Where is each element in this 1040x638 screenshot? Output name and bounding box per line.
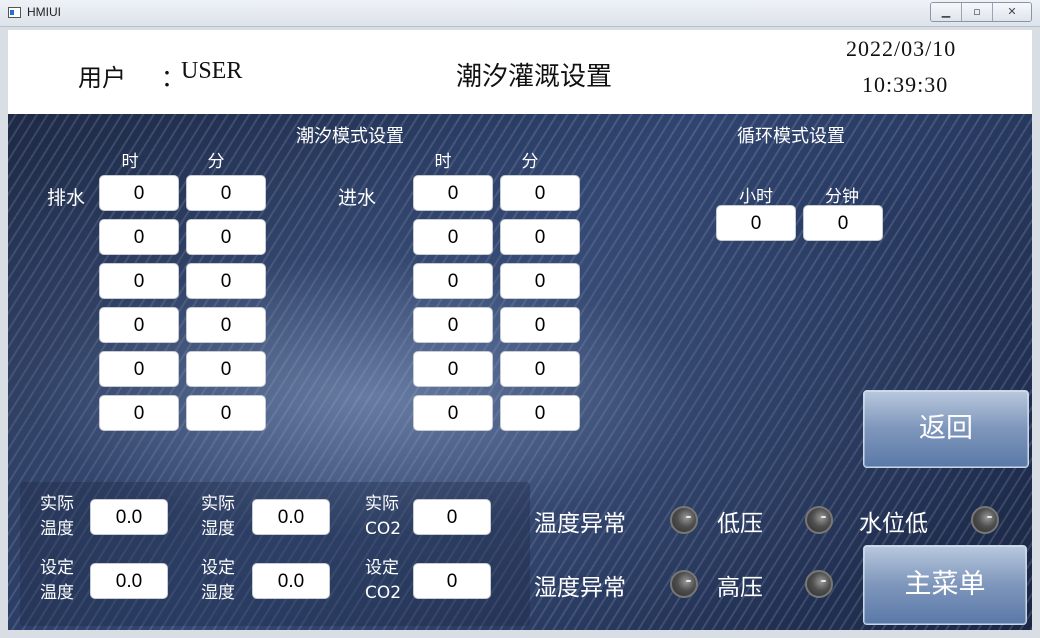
low-water-label: 水位低 <box>859 511 928 537</box>
low-water-indicator-icon <box>971 506 999 534</box>
drain-minute-input-3[interactable]: 0 <box>186 263 266 299</box>
close-icon[interactable]: ✕ <box>993 3 1031 21</box>
minimize-icon[interactable]: ▁ <box>931 3 962 21</box>
header-bar: 用户 ： USER 潮汐灌溉设置 2022/03/10 10:39:30 <box>8 30 1032 114</box>
back-button[interactable]: 返回 <box>863 390 1029 468</box>
inlet-label: 进水 <box>338 187 377 209</box>
cycle-minute-input[interactable]: 0 <box>803 205 883 241</box>
inlet-hour-header: 时 <box>434 152 452 172</box>
temp-abnormal-label: 温度异常 <box>534 511 626 537</box>
set-humidity-label: 设定 湿度 <box>201 558 235 603</box>
app-icon <box>8 7 21 18</box>
drain-minute-header: 分 <box>207 152 225 172</box>
drain-hour-header: 时 <box>121 152 139 172</box>
drain-label: 排水 <box>47 187 86 209</box>
cycle-hour-label: 小时 <box>739 187 773 207</box>
drain-minute-input-5[interactable]: 0 <box>186 351 266 387</box>
cycle-mode-title: 循环模式设置 <box>737 126 845 147</box>
humidity-abnormal-label: 湿度异常 <box>534 575 626 601</box>
drain-hour-input-4[interactable]: 0 <box>99 307 179 343</box>
page-title: 潮汐灌溉设置 <box>456 62 613 92</box>
inlet-minute-input-6[interactable]: 0 <box>500 395 580 431</box>
set-co2-input[interactable]: 0 <box>413 563 491 599</box>
set-temp-input[interactable]: 0.0 <box>90 563 168 599</box>
inlet-minute-input-1[interactable]: 0 <box>500 175 580 211</box>
drain-hour-input-2[interactable]: 0 <box>99 219 179 255</box>
drain-minute-input-6[interactable]: 0 <box>186 395 266 431</box>
window-controls: ▁ ▫ ✕ <box>930 2 1032 22</box>
drain-hour-input-5[interactable]: 0 <box>99 351 179 387</box>
low-pressure-label: 低压 <box>717 511 763 537</box>
actual-temp-value: 0.0 <box>90 499 168 535</box>
humidity-abnormal-indicator-icon <box>670 570 698 598</box>
high-pressure-label: 高压 <box>717 575 763 601</box>
main-menu-button[interactable]: 主菜单 <box>863 545 1027 625</box>
set-temp-label: 设定 温度 <box>40 558 74 603</box>
inlet-minute-input-4[interactable]: 0 <box>500 307 580 343</box>
set-co2-label: 设定 CO2 <box>365 558 402 603</box>
inlet-minute-input-5[interactable]: 0 <box>500 351 580 387</box>
inlet-hour-input-2[interactable]: 0 <box>413 219 493 255</box>
inlet-minute-input-3[interactable]: 0 <box>500 263 580 299</box>
tide-mode-title: 潮汐模式设置 <box>296 126 404 147</box>
actual-co2-label: 实际 CO2 <box>365 494 402 539</box>
drain-minute-input-4[interactable]: 0 <box>186 307 266 343</box>
low-pressure-indicator-icon <box>805 506 833 534</box>
actual-temp-label: 实际 温度 <box>40 494 74 539</box>
actual-humidity-label: 实际 湿度 <box>201 494 235 539</box>
window-title: HMIUI <box>27 5 61 19</box>
set-humidity-input[interactable]: 0.0 <box>252 563 330 599</box>
drain-hour-input-1[interactable]: 0 <box>99 175 179 211</box>
inlet-minute-input-2[interactable]: 0 <box>500 219 580 255</box>
inlet-hour-input-5[interactable]: 0 <box>413 351 493 387</box>
inlet-hour-input-4[interactable]: 0 <box>413 307 493 343</box>
inlet-minute-header: 分 <box>521 152 539 172</box>
restore-icon[interactable]: ▫ <box>962 3 993 21</box>
main-panel: 潮汐模式设置 时 分 时 分 排水 进水 循环模式设置 小时 分钟 0 0 返回… <box>8 114 1032 630</box>
inlet-hour-input-3[interactable]: 0 <box>413 263 493 299</box>
date-display: 2022/03/10 <box>846 36 957 61</box>
high-pressure-indicator-icon <box>805 570 833 598</box>
cycle-hour-input[interactable]: 0 <box>716 205 796 241</box>
temp-abnormal-indicator-icon <box>670 506 698 534</box>
cycle-minute-label: 分钟 <box>825 187 859 207</box>
user-name: USER <box>181 58 243 84</box>
user-label: 用户 <box>78 66 126 92</box>
actual-humidity-value: 0.0 <box>252 499 330 535</box>
window-titlebar: HMIUI ▁ ▫ ✕ <box>0 0 1040 27</box>
drain-minute-input-1[interactable]: 0 <box>186 175 266 211</box>
inlet-hour-input-6[interactable]: 0 <box>413 395 493 431</box>
actual-co2-value: 0 <box>413 499 491 535</box>
drain-hour-input-3[interactable]: 0 <box>99 263 179 299</box>
time-display: 10:39:30 <box>862 72 949 97</box>
inlet-hour-input-1[interactable]: 0 <box>413 175 493 211</box>
drain-hour-input-6[interactable]: 0 <box>99 395 179 431</box>
drain-minute-input-2[interactable]: 0 <box>186 219 266 255</box>
